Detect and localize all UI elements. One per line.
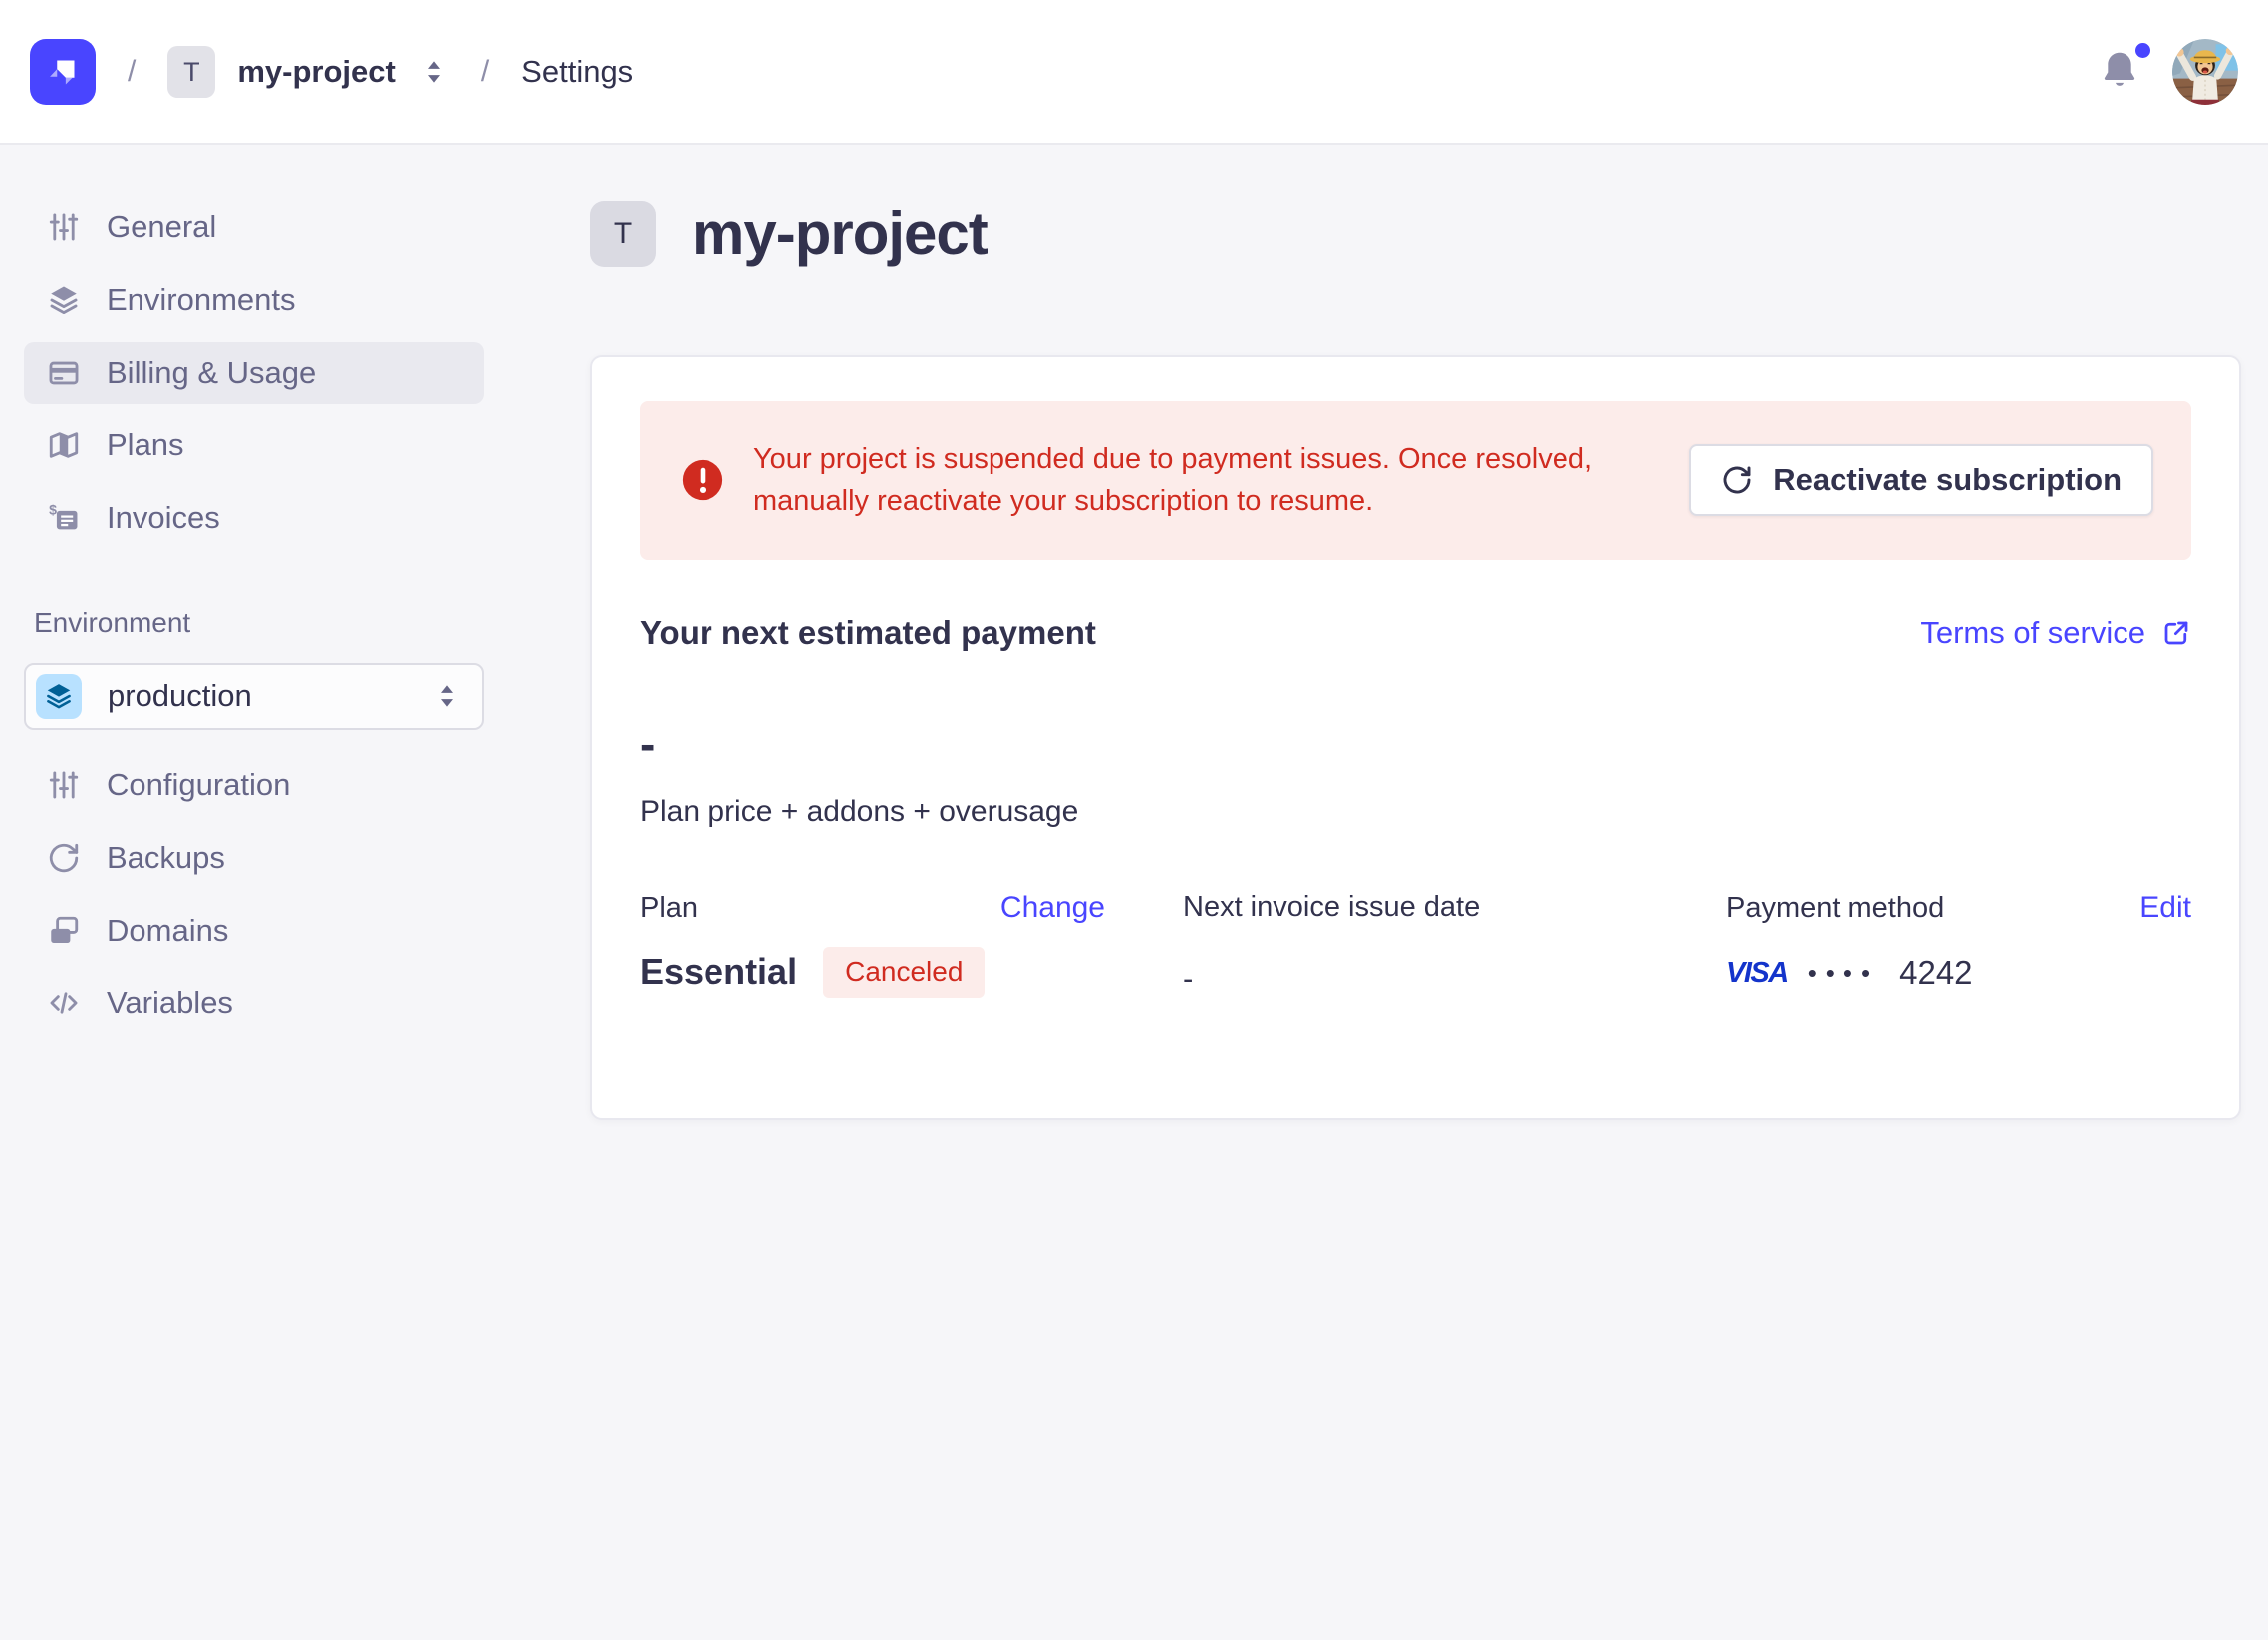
user-avatar[interactable] (2172, 39, 2238, 105)
environment-label: Environment (34, 607, 590, 639)
change-plan-link[interactable]: Change (1000, 891, 1105, 925)
edit-payment-link[interactable]: Edit (2139, 891, 2191, 925)
sliders-icon (47, 768, 81, 802)
refresh-icon (47, 841, 81, 875)
plan-column: Plan Change Essential Canceled (640, 891, 1105, 998)
sidebar-item-label: Variables (107, 985, 233, 1021)
app-logo[interactable] (30, 39, 96, 105)
environment-icon (36, 674, 82, 719)
layers-icon (47, 283, 81, 317)
terms-link-label: Terms of service (1920, 615, 2145, 651)
sidebar-item-plans[interactable]: Plans (24, 414, 484, 476)
sidebar-item-domains[interactable]: Domains (24, 900, 484, 961)
environment-value: production (108, 679, 407, 714)
reactivate-button-label: Reactivate subscription (1773, 462, 2122, 498)
svg-text:$: $ (49, 502, 57, 518)
plan-label: Plan (640, 892, 698, 925)
cloud-logo-icon (40, 49, 86, 95)
breadcrumb-project-name: my-project (237, 54, 395, 90)
reactivate-subscription-button[interactable]: Reactivate subscription (1689, 444, 2153, 516)
chevron-updown-icon (420, 57, 449, 87)
terms-of-service-link[interactable]: Terms of service (1920, 615, 2191, 651)
sidebar-item-label: Plans (107, 427, 184, 463)
sidebar-item-label: Configuration (107, 767, 290, 803)
sidebar-item-environments[interactable]: Environments (24, 269, 484, 331)
environment-select[interactable]: production (24, 663, 484, 730)
visa-logo: VISA (1726, 957, 1788, 990)
billing-columns: Plan Change Essential Canceled Next invo… (640, 891, 2191, 998)
sidebar-item-label: General (107, 209, 216, 245)
chevron-updown-icon (432, 682, 462, 711)
sidebar-item-configuration[interactable]: Configuration (24, 754, 484, 816)
billing-card: Your project is suspended due to payment… (590, 355, 2241, 1120)
suspension-alert: Your project is suspended due to payment… (640, 401, 2191, 560)
sidebar-item-label: Backups (107, 840, 225, 876)
layers-icon (44, 682, 74, 711)
plan-status-badge: Canceled (823, 947, 985, 998)
breadcrumb-project-switcher[interactable]: my-project (237, 54, 448, 90)
sidebar-item-label: Environments (107, 282, 296, 318)
sidebar-item-billing-usage[interactable]: Billing & Usage (24, 342, 484, 404)
payment-method-label: Payment method (1726, 892, 1944, 925)
page-title-row: T my-project (590, 199, 2241, 268)
invoice-column: Next invoice issue date - (1183, 891, 1648, 998)
sliders-icon (47, 210, 81, 244)
plan-name: Essential (640, 952, 797, 993)
project-badge: T (167, 46, 215, 98)
sidebar-item-invoices[interactable]: $ Invoices (24, 487, 484, 549)
sidebar-item-backups[interactable]: Backups (24, 827, 484, 889)
page-title: my-project (692, 199, 988, 268)
project-nav: General Environments Billing & Usage (24, 196, 484, 549)
sidebar-item-general[interactable]: General (24, 196, 484, 258)
notification-dot (2135, 43, 2150, 58)
sidebar-item-variables[interactable]: Variables (24, 972, 484, 1034)
alert-message: Your project is suspended due to payment… (753, 438, 1689, 522)
avatar-image (2172, 39, 2238, 105)
notifications-button[interactable] (2095, 47, 2144, 97)
main-content: T my-project Your project is suspended d… (590, 147, 2241, 1120)
code-icon (47, 986, 81, 1020)
sidebar-item-label: Billing & Usage (107, 355, 316, 391)
sidebar-item-label: Invoices (107, 500, 220, 536)
sidebar: General Environments Billing & Usage (0, 147, 590, 1034)
payment-section-head: Your next estimated payment Terms of ser… (640, 614, 2191, 652)
payment-method-column: Payment method Edit VISA •••• 4242 (1726, 891, 2191, 998)
credit-card-icon (47, 356, 81, 390)
card-last4: 4242 (1899, 955, 1972, 992)
external-link-icon (2161, 618, 2191, 648)
page-title-badge: T (590, 201, 656, 267)
invoice-date-value: - (1183, 961, 1648, 997)
card-masked-dots: •••• (1808, 958, 1879, 989)
windows-icon (47, 914, 81, 948)
top-bar: / T my-project / Settings (0, 0, 2268, 145)
environment-nav: Configuration Backups Domains (24, 754, 484, 1034)
refresh-icon (1721, 464, 1753, 496)
breadcrumb-separator: / (128, 55, 136, 89)
next-payment-heading: Your next estimated payment (640, 614, 1096, 652)
breadcrumb-settings[interactable]: Settings (521, 54, 633, 90)
payment-formula: Plan price + addons + overusage (640, 795, 2191, 829)
breadcrumb-separator: / (481, 55, 489, 89)
exclamation-circle-icon (680, 457, 725, 503)
map-icon (47, 428, 81, 462)
estimated-amount: - (640, 717, 2191, 771)
invoice-icon: $ (47, 501, 81, 535)
invoice-date-label: Next invoice issue date (1183, 891, 1480, 924)
sidebar-item-label: Domains (107, 913, 228, 949)
